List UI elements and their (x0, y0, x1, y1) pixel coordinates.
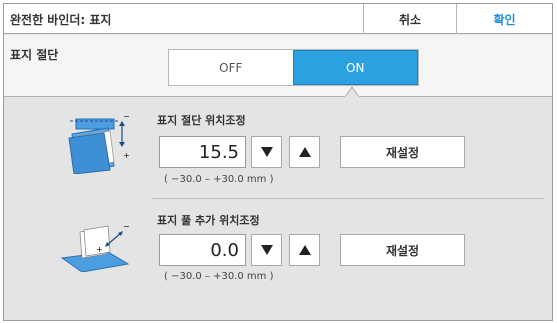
svg-text:+: + (96, 245, 103, 254)
glue-position-decrease-button[interactable] (251, 234, 282, 266)
triangle-up-icon (298, 147, 311, 157)
cover-cut-row: 표지 절단 OFF ON (4, 35, 552, 97)
glue-position-reset-button[interactable]: 재설정 (340, 234, 465, 266)
triangle-down-icon (260, 147, 273, 157)
cut-position-label: 표지 절단 위치조정 (157, 114, 246, 127)
cut-position-increase-button[interactable] (289, 136, 320, 168)
selection-pointer-icon (345, 86, 359, 97)
cover-cut-position-icon: − + (68, 116, 130, 174)
cover-glue-position-icon: − + (60, 222, 130, 272)
dialog-title: 완전한 바인더: 표지 (10, 13, 112, 27)
cancel-button[interactable]: 취소 (363, 4, 456, 34)
triangle-down-icon (260, 245, 273, 255)
cut-position-range: ( −30.0 – +30.0 mm ) (164, 174, 274, 185)
cover-cut-label: 표지 절단 (10, 48, 59, 62)
cut-position-section: − + 표지 절단 위치조정 15.5 재설정 ( −30.0 – +30.0 … (4, 98, 552, 198)
ok-button[interactable]: 확인 (456, 4, 552, 34)
cover-settings-dialog: 완전한 바인더: 표지 취소 확인 표지 절단 OFF ON − + 표지 절단… (3, 3, 553, 321)
svg-text:−: − (123, 116, 130, 121)
dialog-header: 완전한 바인더: 표지 취소 확인 (4, 4, 552, 34)
triangle-up-icon (298, 245, 311, 255)
svg-text:−: − (123, 222, 130, 231)
cut-position-reset-button[interactable]: 재설정 (340, 136, 465, 168)
svg-text:+: + (123, 151, 130, 160)
glue-position-label: 표지 풀 추가 위치조정 (157, 214, 260, 227)
cover-cut-on-option[interactable]: ON (292, 50, 418, 85)
glue-position-value-field[interactable]: 0.0 (159, 234, 246, 266)
cover-cut-toggle: OFF ON (168, 49, 419, 86)
cut-position-decrease-button[interactable] (251, 136, 282, 168)
glue-position-section: − + 표지 풀 추가 위치조정 0.0 재설정 ( −30.0 – +30.0… (4, 200, 552, 300)
glue-position-increase-button[interactable] (289, 234, 320, 266)
cover-cut-off-option[interactable]: OFF (169, 50, 293, 85)
glue-position-range: ( −30.0 – +30.0 mm ) (164, 271, 274, 282)
cut-position-value-field[interactable]: 15.5 (159, 136, 246, 168)
section-divider (152, 198, 544, 199)
